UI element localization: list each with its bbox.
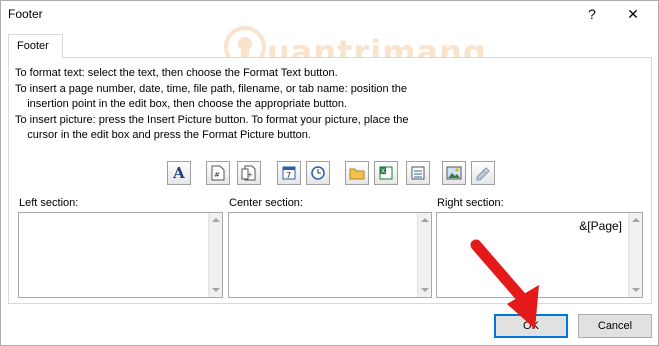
insert-picture-icon: [446, 166, 462, 180]
instructions-text: To format text: select the text, then ch…: [15, 66, 435, 144]
svg-text:+: +: [247, 171, 253, 179]
right-section-scrollbar[interactable]: [628, 213, 642, 297]
center-section-label: Center section:: [229, 197, 303, 209]
instruction-line: To format text: select the text, then ch…: [15, 67, 338, 79]
insert-date-button[interactable]: 7: [277, 161, 301, 185]
scroll-down-icon[interactable]: [212, 288, 220, 292]
close-button[interactable]: ✕: [618, 3, 648, 25]
insert-number-of-pages-button[interactable]: +: [237, 161, 261, 185]
right-section-value: &[Page]: [579, 219, 622, 233]
number-of-pages-icon: +: [241, 165, 256, 181]
insert-page-number-button[interactable]: #: [206, 161, 230, 185]
svg-text:7: 7: [286, 171, 291, 180]
instruction-line: cursor in the edit box and press the For…: [15, 129, 311, 141]
left-section-input[interactable]: [18, 212, 223, 298]
scroll-up-icon[interactable]: [212, 218, 220, 222]
dialog-title: Footer: [8, 7, 43, 21]
right-section-label: Right section:: [437, 197, 504, 209]
tab-footer[interactable]: Footer: [8, 34, 63, 58]
help-button[interactable]: ?: [579, 3, 605, 25]
date-icon: 7: [282, 166, 296, 180]
format-text-button[interactable]: A: [167, 161, 191, 185]
format-picture-icon: [476, 167, 490, 181]
format-picture-button[interactable]: [471, 161, 495, 185]
scroll-up-icon[interactable]: [421, 218, 429, 222]
file-path-icon: [349, 168, 365, 180]
ok-button[interactable]: OK: [494, 314, 568, 338]
center-section-input[interactable]: [228, 212, 432, 298]
svg-text:X: X: [381, 168, 385, 175]
instruction-line: To insert a page number, date, time, fil…: [15, 82, 407, 95]
insert-sheet-name-button[interactable]: [406, 161, 430, 185]
left-section-label: Left section:: [19, 197, 79, 209]
footer-dialog: Footer ? ✕ uantrimang Footer To format t…: [0, 0, 659, 346]
instruction-line: To insert picture: press the Insert Pict…: [15, 113, 409, 126]
scroll-up-icon[interactable]: [632, 218, 640, 222]
filename-icon: X: [379, 166, 393, 180]
svg-text:#: #: [214, 171, 220, 179]
scroll-down-icon[interactable]: [632, 288, 640, 292]
right-section-input[interactable]: &[Page]: [436, 212, 643, 298]
instruction-line: insertion point in the edit box, then ch…: [15, 98, 348, 110]
center-section-scrollbar[interactable]: [417, 213, 431, 297]
insert-time-button[interactable]: [306, 161, 330, 185]
scroll-down-icon[interactable]: [421, 288, 429, 292]
sheet-name-icon: [411, 166, 425, 180]
insert-filename-button[interactable]: X: [374, 161, 398, 185]
tab-label: Footer: [17, 40, 49, 52]
format-text-icon: A: [173, 164, 185, 182]
cancel-button[interactable]: Cancel: [578, 314, 652, 338]
time-icon: [311, 166, 325, 180]
left-section-scrollbar[interactable]: [208, 213, 222, 297]
page-number-icon: #: [211, 165, 225, 181]
insert-picture-button[interactable]: [442, 161, 466, 185]
insert-file-path-button[interactable]: [345, 161, 369, 185]
